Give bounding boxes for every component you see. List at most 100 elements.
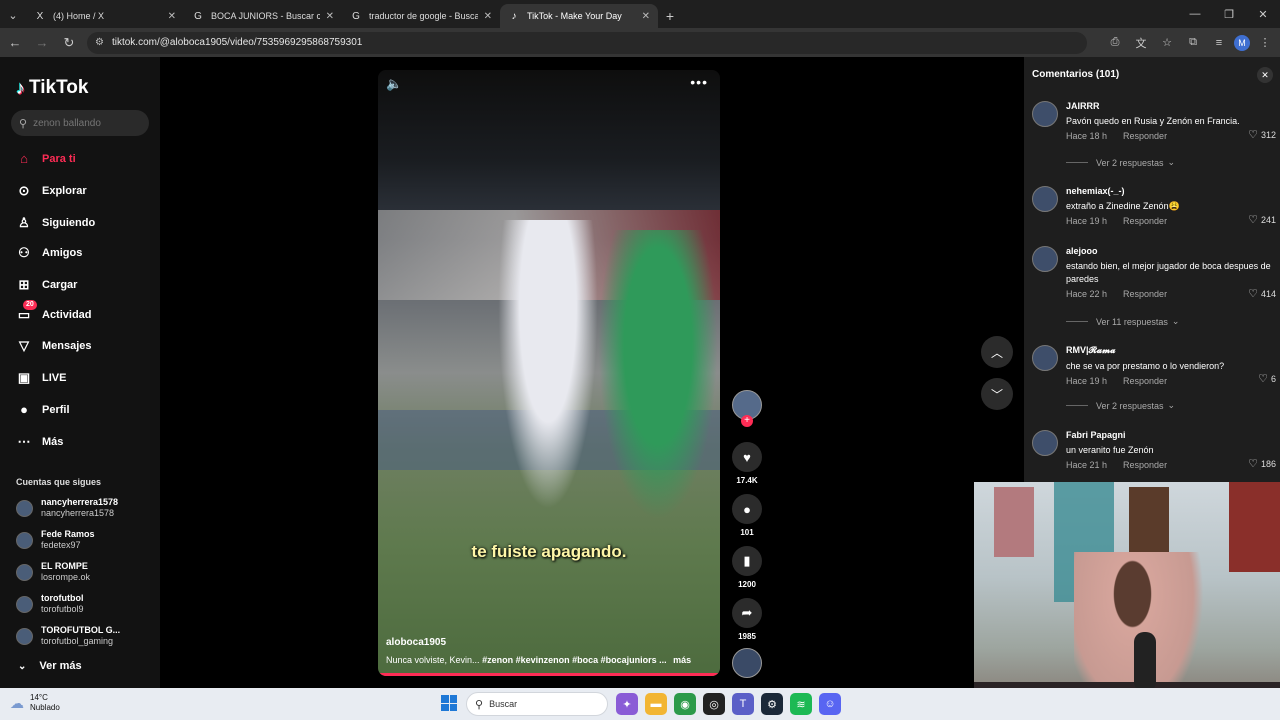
restore-icon[interactable]: ❐ [1212, 0, 1246, 28]
avatar[interactable] [1032, 186, 1058, 212]
comment-user[interactable]: RMV|𝓡𝓪𝓶𝓪 [1066, 345, 1274, 356]
tab-tiktok[interactable]: ♪ TikTok - Make Your Day ✕ [500, 4, 658, 28]
browser-menu-icon[interactable]: ⋮ [1254, 32, 1276, 54]
following-account[interactable]: Fede Ramos fedetex97 [16, 529, 95, 551]
view-replies-button[interactable]: Ver 11 respuestas ⌄ [1066, 316, 1179, 327]
music-disc-avatar[interactable] [732, 648, 762, 678]
follow-plus-icon[interactable]: + [741, 415, 753, 427]
search-input[interactable] [33, 117, 134, 129]
comment-like-button[interactable]: ♡ 6 [1258, 372, 1276, 385]
site-info-icon[interactable]: ⚙ [95, 37, 104, 48]
reply-button[interactable]: Responder [1123, 216, 1167, 226]
nav-para-ti[interactable]: ⌂ Para ti [16, 151, 76, 166]
nav-label: Para ti [42, 152, 76, 165]
comment-icon[interactable]: ● [732, 494, 762, 524]
tiktok-note-icon: ♪ [16, 77, 25, 98]
see-more-button[interactable]: ⌄ Ver más [18, 660, 82, 672]
weather-widget[interactable]: ☁ 14°C Nublado [10, 693, 60, 713]
share-icon[interactable]: ➦ [732, 598, 762, 628]
windows-start-icon[interactable] [441, 695, 457, 711]
nav-mensajes[interactable]: ▽ Mensajes [16, 338, 92, 354]
spotify-icon[interactable]: ≋ [790, 693, 812, 715]
tab-search-icon[interactable]: ⌄ [0, 2, 26, 28]
close-tab-icon[interactable]: ✕ [168, 11, 176, 22]
description-tags[interactable]: #zenon #kevinzenon #boca #bocajuniors ..… [482, 655, 667, 665]
nav-mas[interactable]: ⋯ Más [16, 434, 64, 450]
reload-icon[interactable]: ↻ [57, 31, 81, 55]
nav-cargar[interactable]: ⊞ Cargar [16, 277, 78, 293]
view-replies-button[interactable]: Ver 2 respuestas ⌄ [1066, 400, 1175, 411]
comment-user[interactable]: alejooo [1066, 246, 1274, 256]
nav-amigos[interactable]: ⚇ Amigos [16, 245, 82, 261]
comment-like-button[interactable]: ♡ 312 [1248, 128, 1276, 141]
nav-label: Más [42, 436, 64, 448]
reply-button[interactable]: Responder [1123, 289, 1167, 299]
next-video-button[interactable]: ﹀ [981, 378, 1013, 410]
previous-video-button[interactable]: ︿ [981, 336, 1013, 368]
following-account[interactable]: EL ROMPE losrompe.ok [16, 561, 90, 583]
install-app-icon[interactable]: ⎙ [1104, 32, 1126, 54]
video-player[interactable]: 🔈 ••• te fuiste apagando. aloboca1905 Nu… [378, 70, 720, 676]
steam-icon[interactable]: ⚙ [761, 693, 783, 715]
obs-icon[interactable]: ◎ [703, 693, 725, 715]
following-account[interactable]: torofutbol torofutbol9 [16, 593, 84, 615]
close-icon[interactable]: ✕ [1257, 67, 1273, 83]
back-icon[interactable]: ← [3, 31, 27, 55]
tab-translator-search[interactable]: G traductor de google - Buscar con Googl… [342, 4, 500, 28]
comment-like-button[interactable]: ♡ 186 [1248, 457, 1276, 470]
comment-user[interactable]: JAIRRR [1066, 101, 1274, 111]
profile-avatar-icon[interactable]: M [1234, 34, 1250, 51]
reply-button[interactable]: Responder [1123, 131, 1167, 141]
comment-action[interactable]: ● 101 [732, 494, 762, 537]
nav-actividad[interactable]: ▭ 20 Actividad [16, 300, 92, 323]
tab-boca-search[interactable]: G BOCA JUNIORS - Buscar con Google ✕ [184, 4, 342, 28]
taskbar-search[interactable]: ⚲ Buscar [466, 692, 608, 716]
close-tab-icon[interactable]: ✕ [642, 11, 650, 22]
url-field[interactable]: ⚙ tiktok.com/@aloboca1905/video/75359692… [87, 31, 1087, 54]
avatar[interactable] [1032, 430, 1058, 456]
tab-x-home[interactable]: X (4) Home / X ✕ [26, 4, 184, 28]
close-tab-icon[interactable]: ✕ [484, 11, 492, 22]
forward-icon[interactable]: → [30, 31, 54, 55]
comment-like-button[interactable]: ♡ 241 [1248, 213, 1276, 226]
chrome-icon[interactable]: ◉ [674, 693, 696, 715]
nav-perfil[interactable]: ● Perfil [16, 402, 69, 417]
bookmark-icon[interactable]: ▮ [732, 546, 762, 576]
nav-live[interactable]: ▣ LIVE [16, 370, 67, 386]
comment-user[interactable]: Fabri Papagni [1066, 430, 1274, 440]
avatar[interactable] [1032, 246, 1058, 272]
discord-icon[interactable]: ☺ [819, 693, 841, 715]
following-account[interactable]: nancyherrera1578 nancyherrera1578 [16, 497, 118, 519]
video-progress-bar[interactable] [378, 673, 720, 676]
copilot-icon[interactable]: ✦ [616, 693, 638, 715]
view-replies-button[interactable]: Ver 2 respuestas ⌄ [1066, 157, 1175, 168]
tiktok-logo[interactable]: ♪ TikTok [16, 77, 88, 99]
close-tab-icon[interactable]: ✕ [326, 11, 334, 22]
close-window-icon[interactable]: ✕ [1246, 0, 1280, 28]
video-author[interactable]: aloboca1905 [386, 637, 446, 648]
new-tab-icon[interactable]: + [658, 4, 682, 28]
extensions-icon[interactable]: ⧉ [1182, 32, 1204, 54]
avatar[interactable] [1032, 101, 1058, 127]
media-controls-icon[interactable]: ≡ [1208, 32, 1230, 54]
volume-icon[interactable]: 🔈 [386, 76, 402, 92]
heart-icon[interactable]: ♥ [732, 442, 762, 472]
bookmark-star-icon[interactable]: ☆ [1156, 32, 1178, 54]
teams-icon[interactable]: T [732, 693, 754, 715]
share-action[interactable]: ➦ 1985 [732, 598, 762, 641]
comment-like-button[interactable]: ♡ 414 [1248, 287, 1276, 300]
reply-button[interactable]: Responder [1123, 376, 1167, 386]
following-account[interactable]: TOROFUTBOL G... torofutbol_gaming [16, 625, 120, 647]
description-more-link[interactable]: más [673, 655, 691, 665]
like-action[interactable]: ♥ 17.4K [732, 442, 762, 485]
file-explorer-icon[interactable]: ▬ [645, 693, 667, 715]
comment-user[interactable]: nehemiax(-_-) [1066, 186, 1274, 196]
save-action[interactable]: ▮ 1200 [732, 546, 762, 589]
nav-siguiendo[interactable]: ♙ Siguiendo [16, 215, 95, 231]
translate-icon[interactable]: 文 [1130, 32, 1152, 54]
avatar[interactable] [1032, 345, 1058, 371]
more-options-icon[interactable]: ••• [690, 74, 708, 90]
nav-explorar[interactable]: ⊙ Explorar [16, 183, 87, 199]
minimize-icon[interactable]: — [1178, 0, 1212, 28]
reply-button[interactable]: Responder [1123, 460, 1167, 470]
